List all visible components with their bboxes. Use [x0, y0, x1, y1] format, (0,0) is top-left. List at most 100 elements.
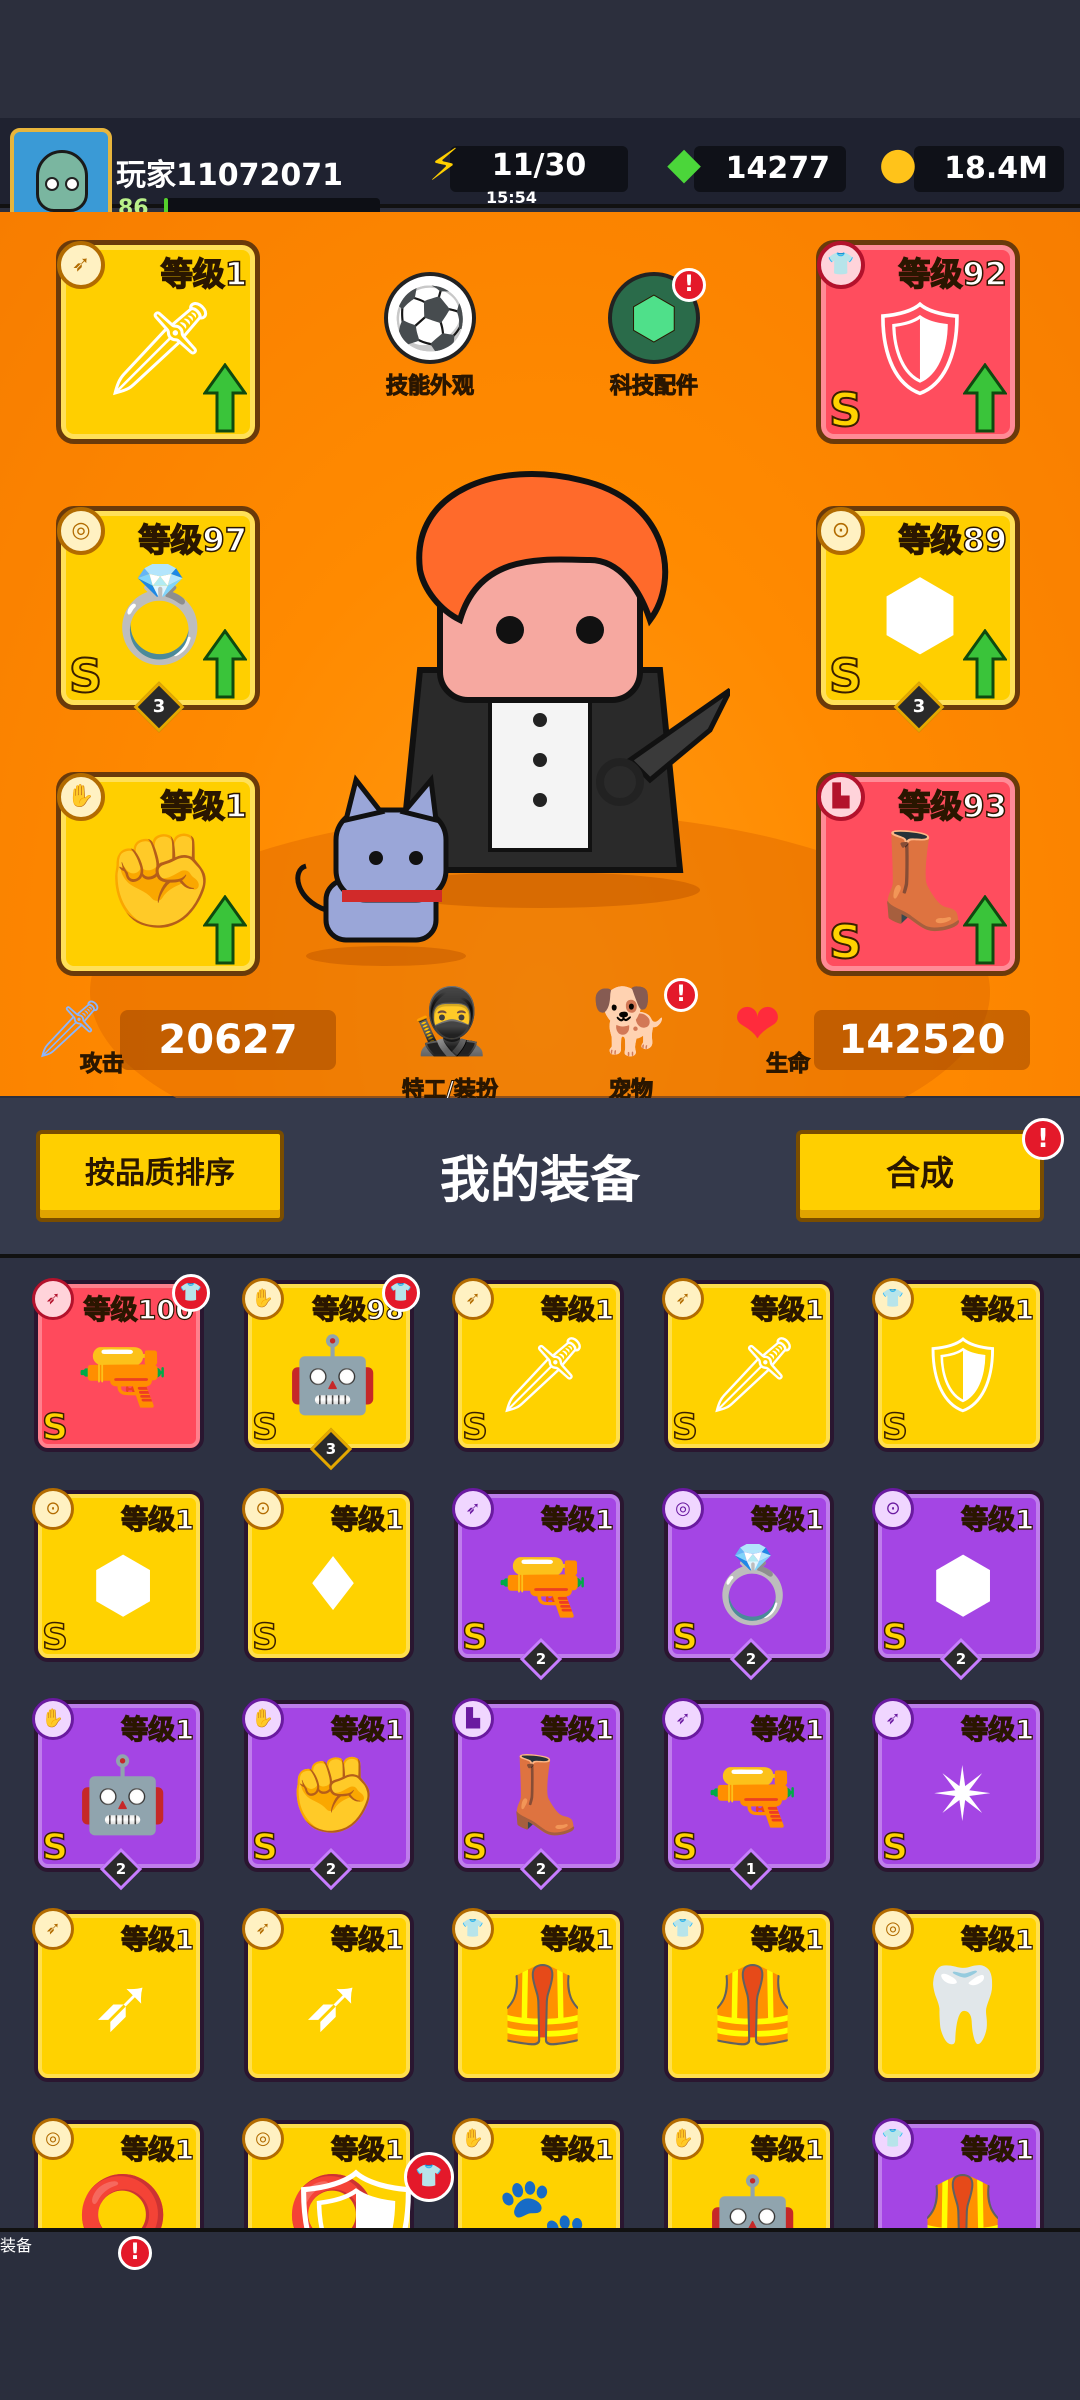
grade-s: S — [251, 1616, 278, 1659]
equip-slot-armor[interactable]: 👕 等级92 🛡 S — [816, 240, 1020, 444]
equipment-item[interactable]: ⊙ 等级1 ⬢ S 2 — [872, 1488, 1044, 1681]
gauntlet-icon: 🤖 — [706, 2172, 800, 2228]
blaster-icon: 🔫 — [496, 1542, 590, 1628]
equipment-item[interactable]: ◎ 等级1 💍 S 2 — [662, 1488, 834, 1681]
item-type-icon: 👕 — [662, 1908, 704, 1950]
avatar-eye — [65, 177, 79, 191]
grade-s: S — [461, 1826, 488, 1869]
sword-icon: 🗡 — [496, 1332, 590, 1418]
equip-slot-ring[interactable]: ◎ 等级97 💍 S 3 — [56, 506, 260, 733]
notification-dot: ! — [664, 978, 698, 1012]
item-type-icon: ➶ — [872, 1698, 914, 1740]
notification-dot: ! — [1022, 1118, 1064, 1160]
belt-icon: ⬢ — [90, 1542, 156, 1628]
belt-icon: ⬢ — [930, 1542, 996, 1628]
kunai-icon: ➶ — [91, 1962, 154, 2048]
equipment-item[interactable]: ✋ 等级98 🤖 S 3 👕 — [242, 1274, 420, 1471]
merge-button[interactable]: 合成 — [796, 1130, 1044, 1222]
armor-type-icon: 👕 — [817, 241, 865, 289]
gems-value: 14277 — [725, 151, 830, 186]
item-type-icon: ➶ — [662, 1278, 704, 1320]
sword-icon: 🗡 — [706, 1332, 800, 1418]
skill-skin-button[interactable]: ⚽ 技能外观 — [360, 272, 500, 400]
item-type-icon: ◎ — [32, 2118, 74, 2160]
equipment-item[interactable]: ⊙ 等级1 ⬢ S — [32, 1488, 204, 1662]
equipment-item[interactable]: ➶ 等级1 ➶ — [32, 1908, 204, 2082]
attack-value: 20627 — [120, 1010, 336, 1070]
equipment-item[interactable]: ➶ 等级100 🔫 S 👕 — [32, 1274, 210, 1452]
grade-s: S — [41, 1406, 68, 1449]
avatar-eye — [45, 177, 59, 191]
energy-value: 11/30 — [491, 148, 587, 183]
boots-icon: 👢 — [496, 1752, 590, 1838]
equipment-item[interactable]: 👕 等级1 🦺 — [452, 1908, 624, 2082]
vest-icon: 🦺 — [706, 1962, 800, 2048]
item-type-icon: ✋ — [452, 2118, 494, 2160]
item-type-icon: ✋ — [32, 1698, 74, 1740]
equipment-item[interactable]: ➶ 等级1 🗡 S — [662, 1278, 834, 1452]
grade-s: S — [461, 1406, 488, 1449]
item-type-icon: ➶ — [452, 1278, 494, 1320]
equipment-item[interactable]: ▙ 等级1 👢 S 2 — [452, 1698, 624, 1891]
equipment-item[interactable]: ➶ 等级1 ➶ — [242, 1908, 414, 2082]
equipment-item[interactable]: ➶ 等级1 🔫 S 1 — [662, 1698, 834, 1891]
blaster-icon: 🔫 — [76, 1332, 170, 1418]
upgrade-arrow-icon — [203, 629, 247, 699]
equipment-item[interactable]: ➶ 等级1 ✴ S — [872, 1698, 1044, 1872]
item-type-icon: ✋ — [662, 2118, 704, 2160]
weapon-type-icon: ➶ — [57, 241, 105, 289]
grade-s: S — [828, 382, 863, 438]
grade-s: S — [881, 1826, 908, 1869]
item-type-icon: ➶ — [662, 1698, 704, 1740]
energy-timer: 15:54 — [486, 188, 537, 207]
ring-dark-icon: ⭕ — [76, 2172, 170, 2228]
equipment-item[interactable]: ✋ 等级1 🐾 — [452, 2118, 624, 2228]
equipment-item[interactable]: ✋ 等级1 🤖 S 2 — [32, 1698, 204, 1891]
item-type-icon: ⊙ — [872, 1488, 914, 1530]
equipment-item[interactable]: ◎ 等级1 🦷 — [872, 1908, 1044, 2082]
item-type-icon: 👕 — [872, 2118, 914, 2160]
grade-s: S — [68, 648, 103, 704]
hp-value: 142520 — [814, 1010, 1030, 1070]
equip-slot-belt[interactable]: ⊙ 等级89 ⬢ S 3 — [816, 506, 1020, 733]
equipment-item[interactable]: ➶ 等级1 🗡 S — [452, 1278, 624, 1452]
equip-slot-weapon[interactable]: ➶ 等级1 🗡 — [56, 240, 260, 444]
shiba-dog-icon: 🐕 — [591, 985, 672, 1060]
equip-slot-boots[interactable]: ▙ 等级93 👢 S — [816, 772, 1020, 976]
grade-s: S — [251, 1826, 278, 1869]
agent-outfit-button[interactable]: 🥷 特工/装扮 — [370, 976, 530, 1104]
equipment-item[interactable]: 👕 等级1 🛡 S — [872, 1278, 1044, 1452]
pet-cat — [295, 774, 466, 966]
lightning-icon[interactable]: ⚡ — [416, 140, 472, 196]
equipment-item[interactable]: ✋ 等级1 ✊ S 2 — [242, 1698, 414, 1891]
gem-icon[interactable]: ◆ — [656, 138, 712, 194]
equipment-item[interactable]: 👕 等级1 🦺 — [662, 1908, 834, 2082]
blaster-icon: 🔫 — [706, 1752, 800, 1838]
equipment-item[interactable]: ⊙ 等级1 ♦ S — [242, 1488, 414, 1662]
glove-type-icon: ✋ — [57, 773, 105, 821]
gems-counter[interactable]: 14277 — [694, 146, 846, 192]
claw-glove-icon: 🐾 — [496, 2172, 590, 2228]
gold-counter[interactable]: 18.4M — [914, 146, 1064, 192]
equipment-item[interactable]: ✋ 等级1 🤖 — [662, 2118, 834, 2228]
hp-label: 生命 — [765, 1052, 811, 1078]
gauntlet-icon: 🤖 — [286, 1332, 380, 1418]
equipment-item[interactable]: ➶ 等级1 🔫 S 2 — [452, 1488, 624, 1681]
belt-type-icon: ⊙ — [817, 507, 865, 555]
equipment-item[interactable]: 👕 等级1 🦺 — [872, 2118, 1044, 2228]
item-type-icon: ✋ — [242, 1278, 284, 1320]
notification-dot: ! — [118, 2236, 152, 2270]
game-screen: 玩家11072071 86 11/30 15:54 ⚡ 14277 ◆ 18.4… — [0, 0, 1080, 2400]
coin-icon[interactable]: ● — [870, 138, 926, 194]
item-type-icon: 👕 — [872, 1278, 914, 1320]
nav-equipment-label: 装备 — [0, 2228, 1080, 2400]
equip-slot-glove[interactable]: ✋ 等级1 ✊ — [56, 772, 260, 976]
grade-s: S — [461, 1616, 488, 1659]
gauntlet-dark-icon: ✊ — [286, 1752, 380, 1838]
new-item-badge: 👕 — [382, 1274, 420, 1312]
energy-counter[interactable]: 11/30 — [450, 146, 628, 192]
item-type-icon: ◎ — [662, 1488, 704, 1530]
equipment-item[interactable]: ◎ 等级1 ⭕ — [32, 2118, 204, 2228]
star-count: 2 — [99, 1847, 143, 1891]
kunai-icon: ➶ — [301, 1962, 364, 2048]
